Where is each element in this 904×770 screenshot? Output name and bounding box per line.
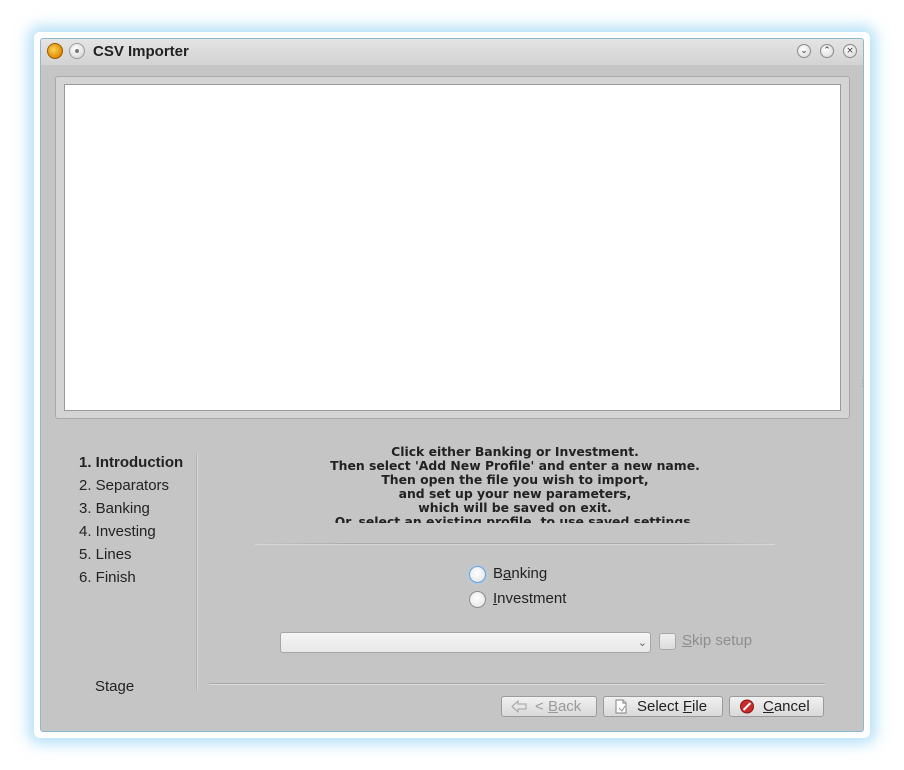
- cancel-button[interactable]: Cancel: [729, 696, 824, 717]
- step-investing: 4. Investing: [79, 523, 156, 540]
- back-label: < Back: [535, 698, 582, 715]
- window-title: CSV Importer: [93, 43, 189, 60]
- intro-line: Then open the file you wish to import,: [381, 472, 649, 487]
- minimize-button[interactable]: ⌄: [797, 44, 811, 58]
- splitter-handle[interactable]: · · ·: [861, 377, 863, 391]
- intro-line: Then select 'Add New Profile' and enter …: [330, 458, 700, 473]
- intro-line: Click either Banking or Investment.: [391, 445, 639, 459]
- intro-line: Or, select an existing profile, to use s…: [334, 514, 696, 524]
- investment-radio[interactable]: [469, 591, 486, 608]
- step-separators: 2. Separators: [79, 477, 170, 494]
- select-file-label: Select File: [637, 698, 708, 715]
- investment-label[interactable]: Investment: [493, 590, 566, 607]
- profile-combo[interactable]: ⌄: [280, 632, 651, 653]
- maximize-button[interactable]: ⌃: [820, 44, 834, 58]
- cancel-icon: [740, 699, 754, 714]
- intro-line: and set up your new parameters,: [398, 486, 632, 501]
- app-icon[interactable]: [47, 43, 63, 59]
- step-lines: 5. Lines: [79, 546, 132, 563]
- step-finish: 6. Finish: [79, 569, 136, 586]
- buttons-divider: [209, 683, 825, 684]
- skip-setup-checkbox[interactable]: [659, 633, 676, 650]
- window-menu-icon[interactable]: [69, 43, 85, 59]
- intro-divider: [255, 543, 775, 544]
- step-banking: 3. Banking: [79, 500, 150, 517]
- step-introduction: 1. Introduction: [79, 454, 184, 471]
- chevron-down-icon: ⌄: [637, 636, 647, 649]
- wizard-steps: 1. Introduction 2. Separators 3. Banking…: [79, 453, 183, 591]
- select-file-button[interactable]: Select File: [603, 696, 723, 717]
- title-bar[interactable]: CSV Importer ⌄ ⌃ ×: [41, 39, 863, 65]
- stage-label: Stage: [95, 678, 135, 695]
- preview-frame: [55, 76, 850, 419]
- back-button[interactable]: < Back: [501, 696, 597, 717]
- banking-radio[interactable]: [469, 566, 486, 583]
- csv-importer-window: CSV Importer ⌄ ⌃ × · · · 1. Introduction 2…: [40, 38, 864, 732]
- close-button[interactable]: ×: [843, 44, 857, 58]
- intro-line: which will be saved on exit.: [418, 500, 612, 515]
- banking-label[interactable]: Banking: [493, 565, 547, 582]
- back-arrow-icon: [511, 699, 527, 714]
- file-icon: [615, 699, 627, 714]
- steps-divider: [196, 453, 197, 691]
- file-preview-area[interactable]: [64, 84, 841, 411]
- skip-setup-label[interactable]: Skip setup: [682, 632, 752, 649]
- cancel-label: Cancel: [763, 698, 810, 715]
- intro-instructions: Click either Banking or Investment. Then…: [275, 445, 755, 523]
